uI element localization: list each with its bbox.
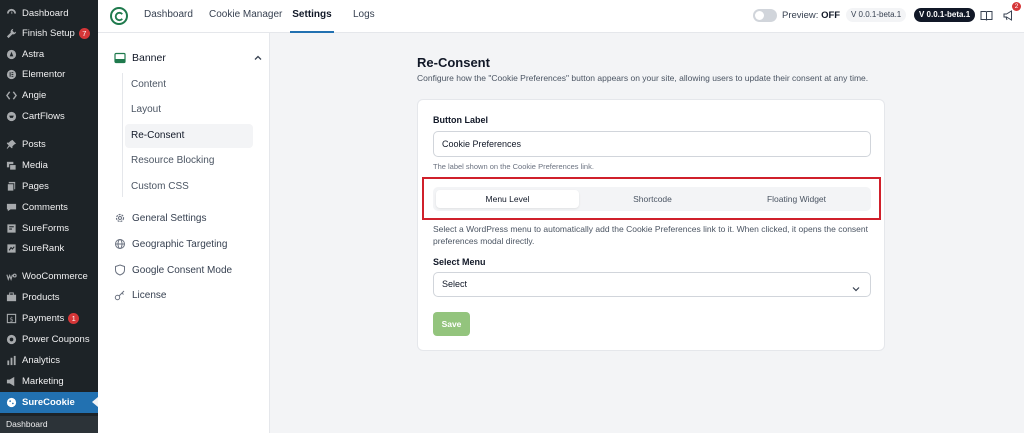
submenu-re-consent[interactable]: Re-Consent <box>125 124 253 148</box>
wp-menu-pages[interactable]: Pages <box>0 176 98 197</box>
submenu-custom-css[interactable]: Custom CSS <box>125 175 253 199</box>
wp-menu-dashboard[interactable]: Dashboard <box>0 3 98 24</box>
tab-logs[interactable]: Logs <box>353 0 375 33</box>
wp-menu-woocommerce[interactable]: WooCommerce <box>0 266 98 287</box>
dashboard-icon <box>5 8 17 20</box>
submenu-content[interactable]: Content <box>125 73 253 97</box>
segment-menu-level[interactable]: Menu Level <box>436 190 579 208</box>
analytics-icon <box>5 355 17 367</box>
settings-menu: Banner Content Layout Re-Consent Resourc… <box>98 33 270 433</box>
button-label-title: Button Label <box>433 115 488 125</box>
preview-state: OFF <box>821 10 841 21</box>
comment-icon <box>5 202 17 214</box>
select-menu-value: Select <box>442 279 468 289</box>
wp-menu-angie[interactable]: Angie <box>0 85 98 106</box>
cookie-icon <box>5 397 17 409</box>
woocommerce-icon <box>5 271 17 283</box>
version-badge-dark: V 0.0.1-beta.1 <box>914 8 976 22</box>
wp-admin-sidebar: Dashboard Finish Setup 7 Astra Elementor… <box>0 0 98 433</box>
finish-setup-badge: 7 <box>78 28 90 39</box>
globe-icon <box>114 238 126 250</box>
segment-floating-widget[interactable]: Floating Widget <box>725 190 868 208</box>
wp-menu-sureforms[interactable]: SureForms <box>0 218 98 239</box>
astra-icon <box>5 49 17 61</box>
tab-settings[interactable]: Settings <box>290 0 334 33</box>
payments-icon: $ <box>5 313 17 325</box>
wrench-icon <box>5 28 17 40</box>
segment-description: Select a WordPress menu to automatically… <box>433 224 868 246</box>
coupon-icon <box>5 334 17 346</box>
re-consent-card: Button Label The label shown on the Cook… <box>417 99 885 351</box>
key-icon <box>114 289 126 301</box>
wp-menu-analytics[interactable]: Analytics <box>0 350 98 371</box>
svg-text:$: $ <box>9 315 13 323</box>
preview-status: Preview: OFF <box>782 10 840 21</box>
menu-geographic-targeting[interactable]: Geographic Targeting <box>114 236 262 252</box>
submenu-layout[interactable]: Layout <box>125 98 253 122</box>
save-button[interactable]: Save <box>433 312 470 336</box>
display-mode-segmented-control: Menu Level Shortcode Floating Widget <box>433 187 871 211</box>
submenu-guide-line <box>122 73 123 197</box>
banner-icon <box>114 52 126 64</box>
banner-label: Banner <box>132 52 166 64</box>
products-icon <box>5 292 17 304</box>
cartflows-icon <box>5 111 17 123</box>
wp-menu-elementor[interactable]: Elementor <box>0 64 98 85</box>
select-menu-dropdown[interactable]: Select <box>433 272 871 297</box>
wp-menu-surecookie[interactable]: SureCookie <box>0 392 98 413</box>
segment-shortcode[interactable]: Shortcode <box>581 190 724 208</box>
page-title: Re-Consent <box>417 55 490 70</box>
wp-menu-cartflows[interactable]: CartFlows <box>0 106 98 127</box>
wp-menu-finish-setup[interactable]: Finish Setup 7 <box>0 23 98 44</box>
surerank-icon <box>5 243 17 255</box>
chevron-up-icon <box>252 52 262 62</box>
wp-menu-posts[interactable]: Posts <box>0 134 98 155</box>
elementor-icon <box>5 69 17 81</box>
wp-menu-comments[interactable]: Comments <box>0 197 98 218</box>
wp-menu-astra[interactable]: Astra <box>0 44 98 65</box>
media-icon <box>5 160 17 172</box>
menu-license[interactable]: License <box>114 287 262 303</box>
wp-menu-surerank[interactable]: SureRank <box>0 238 98 259</box>
wp-menu-power-coupons[interactable]: Power Coupons <box>0 329 98 350</box>
book-icon[interactable] <box>980 9 993 22</box>
select-menu-label: Select Menu <box>433 257 486 267</box>
wp-menu-products[interactable]: Products <box>0 287 98 308</box>
tab-cookie-manager[interactable]: Cookie Manager <box>209 0 282 33</box>
chevron-down-icon <box>851 280 861 292</box>
shield-icon <box>114 264 126 276</box>
megaphone-icon[interactable] <box>1002 9 1015 22</box>
preview-label: Preview: <box>782 10 819 21</box>
button-label-input[interactable] <box>433 131 871 157</box>
submenu-resource-blocking[interactable]: Resource Blocking <box>125 149 253 173</box>
button-label-help: The label shown on the Cookie Preference… <box>433 162 594 171</box>
sureforms-icon <box>5 223 17 235</box>
gear-icon <box>114 212 126 224</box>
menu-section-banner[interactable]: Banner <box>114 50 262 66</box>
notification-badge: 2 <box>1012 2 1021 11</box>
plugin-header: Dashboard Cookie Manager Settings Logs P… <box>98 0 1024 33</box>
preview-toggle[interactable] <box>753 9 777 22</box>
wp-submenu-dashboard[interactable]: Dashboard <box>0 416 98 433</box>
wp-menu-payments[interactable]: $ Payments 1 <box>0 308 98 329</box>
page-description: Configure how the "Cookie Preferences" b… <box>417 73 869 83</box>
pages-icon <box>5 181 17 193</box>
menu-general-settings[interactable]: General Settings <box>114 210 262 226</box>
megaphone-icon <box>5 376 17 388</box>
menu-google-consent-mode[interactable]: Google Consent Mode <box>114 262 262 278</box>
angie-icon <box>5 90 17 102</box>
wp-menu-marketing[interactable]: Marketing <box>0 371 98 392</box>
surecookie-logo-icon <box>110 7 128 25</box>
payments-badge: 1 <box>68 313 80 324</box>
tab-dashboard[interactable]: Dashboard <box>144 0 193 33</box>
version-badge-light: V 0.0.1-beta.1 <box>846 8 907 22</box>
pin-icon <box>5 139 17 151</box>
wp-menu-media[interactable]: Media <box>0 155 98 176</box>
